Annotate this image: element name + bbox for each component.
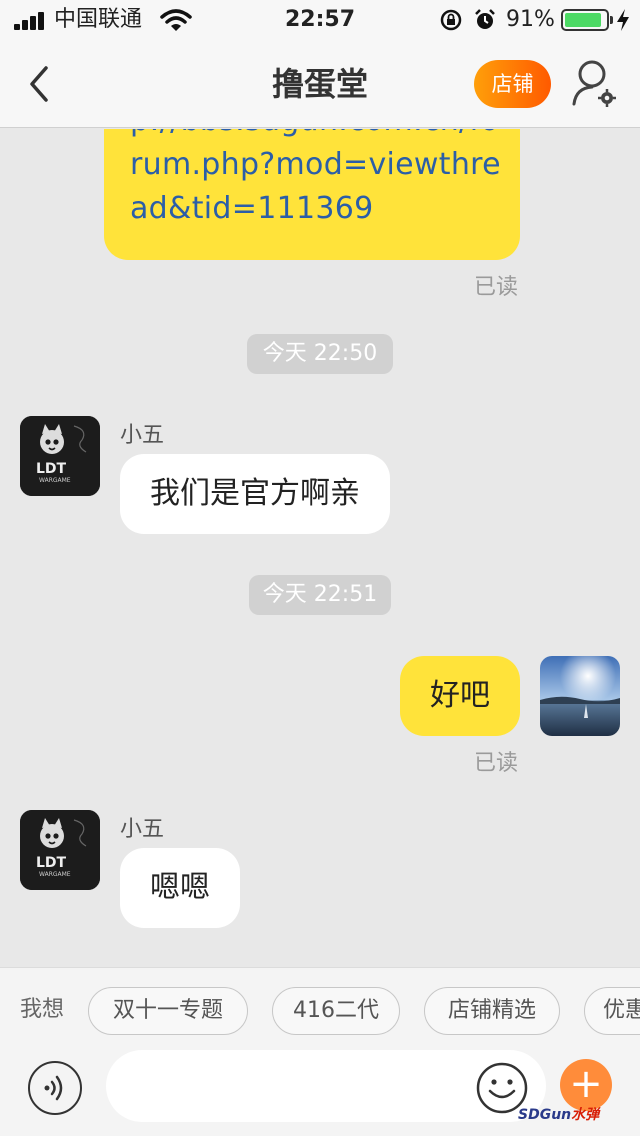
avatar[interactable]: LDT WARGAME	[20, 810, 100, 890]
profile-settings-icon[interactable]	[570, 58, 618, 110]
chat-area[interactable]: p://bbs.sdgun.com.cn/fo rum.php?mod=view…	[0, 129, 640, 967]
outgoing-message-bubble[interactable]: 好吧	[400, 656, 520, 736]
timestamp-pill: 今天 22:51	[249, 575, 391, 615]
battery-level	[565, 13, 602, 27]
link-line[interactable]: rum.php?mod=viewthre	[130, 143, 501, 187]
ldt-logo-icon: LDT WARGAME	[20, 810, 100, 890]
svg-text:WARGAME: WARGAME	[39, 477, 71, 484]
charging-icon	[617, 9, 629, 31]
quick-phrase-label: 我想	[20, 997, 65, 1022]
quick-chip-discount[interactable]: 优惠	[584, 987, 640, 1035]
watermark-logo: SDGun水弹	[518, 1107, 600, 1123]
svg-text:WARGAME: WARGAME	[39, 871, 71, 878]
voice-button[interactable]	[28, 1061, 82, 1115]
battery-icon	[561, 9, 613, 31]
quick-chip-416[interactable]: 416二代	[272, 987, 400, 1035]
ldt-logo-icon: LDT WARGAME	[20, 416, 100, 496]
voice-icon	[44, 1075, 63, 1101]
link-line[interactable]: p://bbs.sdgun.com.cn/fo	[130, 129, 499, 143]
sender-name: 小五	[120, 817, 165, 842]
incoming-message-bubble[interactable]: 我们是官方啊亲	[120, 454, 390, 534]
svg-text:LDT: LDT	[36, 461, 67, 477]
shop-button[interactable]: 店铺	[474, 60, 551, 108]
status-bar: 中国联通 22:57 91%	[0, 0, 640, 40]
quick-chip-shop-picks[interactable]: 店铺精选	[424, 987, 560, 1035]
battery-percent: 91%	[506, 7, 555, 32]
nav-bar: 撸蛋堂 店铺	[0, 40, 640, 128]
timestamp-pill: 今天 22:50	[247, 334, 393, 374]
orientation-lock-icon	[440, 9, 462, 31]
lake-photo-icon	[540, 656, 620, 736]
link-line[interactable]: ad&tid=111369	[130, 187, 494, 231]
read-status: 已读	[473, 275, 518, 300]
incoming-message-bubble[interactable]: 嗯嗯	[120, 848, 240, 928]
quick-phrase-bar: 我想 双十一专题 416二代 店铺精选 优惠	[0, 967, 640, 1055]
svg-text:LDT: LDT	[36, 855, 67, 871]
quick-chip-double-eleven[interactable]: 双十一专题	[88, 987, 248, 1035]
read-status: 已读	[473, 751, 518, 776]
alarm-icon	[475, 9, 495, 29]
outgoing-link-bubble[interactable]: p://bbs.sdgun.com.cn/fo rum.php?mod=view…	[104, 129, 520, 260]
avatar[interactable]: LDT WARGAME	[20, 416, 100, 496]
back-arrow-icon[interactable]	[22, 60, 56, 108]
sender-name: 小五	[120, 423, 165, 448]
user-avatar[interactable]	[540, 656, 620, 736]
